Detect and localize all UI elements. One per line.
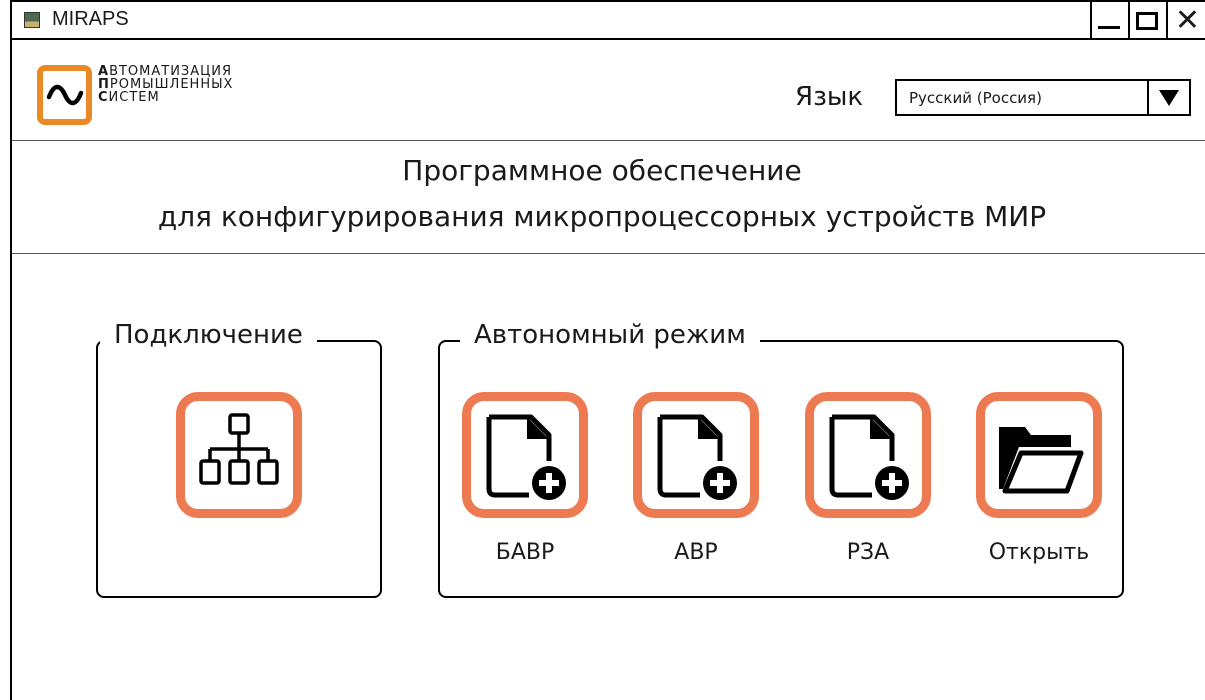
header-divider [12,140,1205,141]
folder-open-icon [999,427,1084,494]
new-file-icon [657,414,737,500]
offline-mode-group: Автономный режим БАВР АВР РЗА Открыть [438,320,1124,598]
close-icon: ✕ [1174,3,1201,38]
language-label: Язык [795,82,864,112]
maximize-icon [1136,12,1158,30]
offline-mode-legend: Автономный режим [460,320,760,350]
logo-line: СИСТЕМ [98,90,160,105]
app-window: MIRAPS ✕ АВТОМАТИЗАЦИЯ ПРОМЫШЛЕННЫХ СИСТ… [10,0,1205,700]
maximize-button[interactable] [1128,2,1164,40]
avr-label: АВР [674,540,718,565]
minimize-button[interactable] [1090,2,1126,40]
connect-button[interactable] [176,392,302,518]
close-button[interactable]: ✕ [1166,2,1205,40]
page-title-line1: Программное обеспечение [402,154,802,187]
rza-label: РЗА [846,540,890,565]
dropdown-arrow-icon[interactable] [1147,81,1189,114]
window-title: MIRAPS [52,8,129,30]
connection-legend: Подключение [100,320,317,350]
open-label: Открыть [988,540,1090,565]
language-select[interactable]: Русский (Россия) [895,79,1191,116]
title-bar: MIRAPS ✕ [12,0,1205,40]
company-logo [37,65,92,125]
new-rza-button[interactable] [805,392,931,518]
language-value: Русский (Россия) [909,89,1042,107]
title-divider [12,253,1205,254]
connection-group: Подключение [96,320,382,598]
company-logo-text: АВТОМАТИЗАЦИЯ ПРОМЫШЛЕННЫХ СИСТЕМ [98,65,233,104]
page-title-line2: для конфигурирования микропроцессорных у… [157,200,1047,233]
minimize-icon [1098,25,1120,29]
bavr-label: БАВР [495,540,555,565]
new-file-icon [829,414,909,500]
open-file-button[interactable] [976,392,1102,518]
network-icon [199,413,279,485]
sine-wave-icon [46,84,83,106]
app-icon [24,12,40,28]
new-bavr-button[interactable] [462,392,588,518]
new-avr-button[interactable] [633,392,759,518]
page-title: Программное обеспечение для конфигуриров… [12,148,1192,240]
new-file-icon [486,414,566,500]
